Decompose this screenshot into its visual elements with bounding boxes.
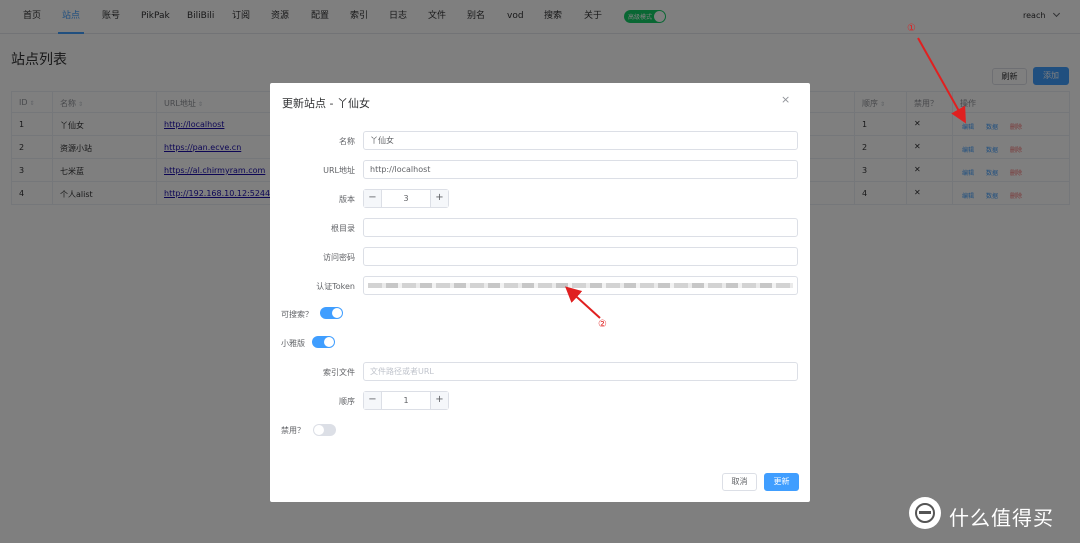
arrow-1 xyxy=(917,37,966,124)
watermark-text: 什么值得买 xyxy=(949,506,1054,530)
arrow-2 xyxy=(565,286,601,319)
annotation-number-2: ② xyxy=(598,319,607,330)
annotation-number-1: ① xyxy=(907,23,916,34)
annotation-arrows xyxy=(565,37,966,319)
watermark-logo-icon xyxy=(909,497,941,529)
